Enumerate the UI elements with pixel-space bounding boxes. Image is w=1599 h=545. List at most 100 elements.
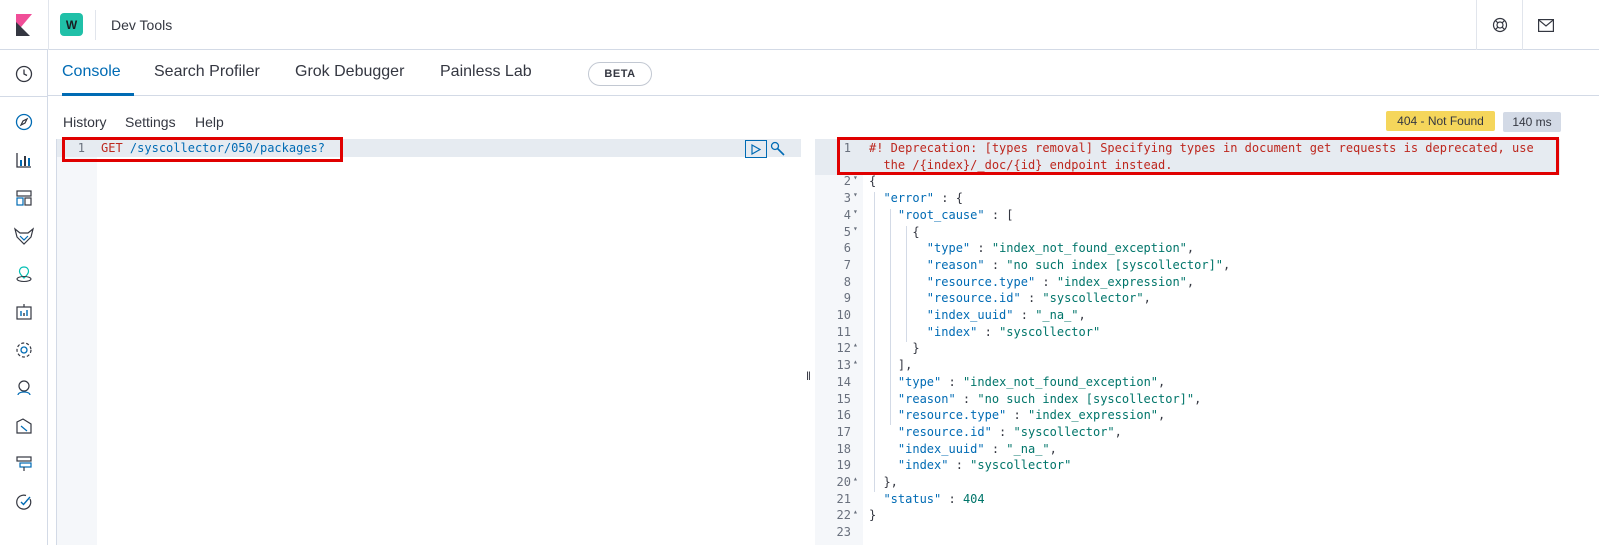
response-json-text: "type" : "index_not_found_exception", [897,374,1166,389]
fold-toggle-icon[interactable]: ▴ [853,357,858,366]
response-line: 6 "type" : "index_not_found_exception", [815,239,1560,256]
response-json-text: "index" : "syscollector" [897,458,1072,473]
line-number: 4 [843,207,851,222]
response-line: 20 ▴ }, [815,473,1560,490]
response-line: 22 ▴} [815,506,1560,523]
response-json-text: "index_uuid" : "_na_", [926,308,1086,322]
line-number: 10 [836,308,851,322]
response-line: 19 "index" : "syscollector" [815,456,1560,473]
response-json-text: "reason" : "no such index [syscollector]… [897,391,1202,406]
line-number: 16 [836,408,851,423]
newsfeed-mail-icon[interactable] [1522,0,1568,50]
line-number: 5 [843,224,851,239]
line-number: 18 [836,441,851,456]
response-json-text: } [869,341,920,356]
response-json-text: "index_uuid" : "_na_", [897,441,1057,456]
divider [0,96,48,97]
response-json-text: "error" : { [883,191,963,206]
help-lifebuoy-icon[interactable] [1476,0,1522,50]
recently-viewed-icon[interactable] [14,64,34,84]
response-line: 11 "index" : "syscollector" [815,323,1560,340]
active-tab-indicator [62,93,134,96]
settings-link[interactable]: Settings [125,114,176,130]
tab-painless-lab[interactable]: Painless Lab [440,63,532,81]
canvas-icon[interactable] [14,302,34,322]
response-line: 15 "reason" : "no such index [syscollect… [815,390,1560,407]
response-line: 3 ▾ "error" : { [815,189,1560,206]
metrics-icon[interactable] [14,378,34,398]
request-gutter [57,139,97,545]
response-json-text: "resource.type" : "index_expression", [897,408,1166,423]
tab-console[interactable]: Console [62,63,121,81]
response-line: 21 "status" : 404 [815,490,1560,507]
highlight-box-deprecation [837,137,1559,175]
logs-icon[interactable] [14,416,34,436]
line-number: 2 [843,174,851,189]
devtools-tabs: Console Search Profiler Grok Debugger Pa… [48,50,1599,96]
request-time-badge: 140 ms [1503,112,1561,132]
response-json-text: "resource.type" : "index_expression", [926,274,1195,289]
tab-grok-debugger[interactable]: Grok Debugger [295,63,404,81]
fold-toggle-icon[interactable]: ▴ [853,340,858,349]
response-json-text: "reason" : "no such index [syscollector]… [926,257,1231,272]
response-json-text: "resource.id" : "syscollector", [897,424,1122,439]
wrench-icon[interactable] [768,139,788,159]
response-line: 7 "reason" : "no such index [syscollecto… [815,256,1560,273]
response-line: 4 ▾ "root_cause" : [ [815,206,1560,223]
response-json-text: } [869,508,877,523]
ml-icon[interactable] [14,340,34,360]
line-number: 3 [843,191,851,206]
apm-icon[interactable] [14,454,34,474]
visualize-icon[interactable] [14,150,34,170]
fold-toggle-icon[interactable]: ▴ [853,507,858,516]
fold-toggle-icon[interactable]: ▾ [853,190,858,199]
kibana-logo-icon[interactable] [0,0,48,50]
line-number: 22 [836,508,851,523]
fold-toggle-icon[interactable]: ▴ [853,474,858,483]
response-line: 17 "resource.id" : "syscollector", [815,423,1560,440]
uptime-icon[interactable] [14,492,34,512]
divider [48,0,49,50]
response-json-text: "index" : "syscollector" [926,324,1101,339]
response-line: 9 "resource.id" : "syscollector", [815,289,1560,306]
response-line: 10 "index_uuid" : "_na_", [815,306,1560,323]
discover-icon[interactable] [14,112,34,132]
line-number: 21 [836,491,851,506]
line-number: 7 [843,257,851,272]
highlight-box-request [62,137,343,162]
tab-search-profiler[interactable]: Search Profiler [154,63,260,81]
fold-toggle-icon[interactable]: ▾ [853,207,858,216]
response-viewer[interactable]: 1 #! Deprecation: [types removal] Specify… [815,139,1599,545]
maps-icon[interactable] [14,264,34,284]
resizer-grip-icon[interactable]: ‖ [806,369,811,383]
history-link[interactable]: History [63,114,107,130]
line-number: 8 [843,274,851,289]
space-avatar[interactable]: W [60,13,83,36]
send-request-button[interactable] [745,140,767,158]
response-json-text: { [869,224,920,239]
request-editor[interactable]: 1 GET /syscollector/050/packages? [56,139,802,545]
line-number: 9 [843,291,851,306]
help-link[interactable]: Help [195,114,224,130]
response-line: 14 "type" : "index_not_found_exception", [815,373,1560,390]
app-title: Dev Tools [111,17,173,33]
line-number: 11 [836,324,851,339]
divider [95,10,96,40]
line-number: 17 [836,424,851,439]
top-header: W Dev Tools [0,0,1599,50]
response-line: 13 ▴ ], [815,356,1560,373]
line-number: 13 [836,358,851,373]
status-badge: 404 - Not Found [1386,111,1495,131]
response-line: 23 [815,523,1560,540]
fold-toggle-icon[interactable]: ▾ [853,224,858,233]
side-nav [0,50,48,545]
line-number: 15 [836,391,851,406]
pane-resizer[interactable] [801,139,815,545]
line-number: 23 [836,525,851,540]
response-json-text: "status" : 404 [883,491,985,506]
response-json-text: "type" : "index_not_found_exception", [926,241,1195,256]
response-json-text: { [869,174,877,189]
response-line: 18 "index_uuid" : "_na_", [815,440,1560,457]
dashboard-icon[interactable] [14,188,34,208]
wazuh-icon[interactable] [14,226,34,246]
